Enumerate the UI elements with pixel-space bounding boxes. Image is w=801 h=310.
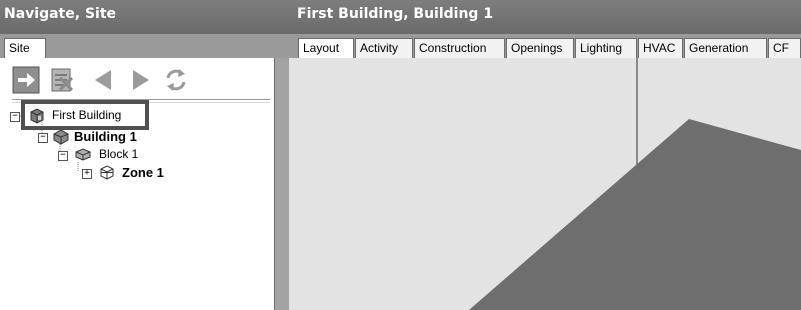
tree-node-block[interactable]: Block 1 <box>99 147 138 161</box>
back-icon[interactable] <box>90 66 118 94</box>
left-panel-title-bar: Navigate, Site <box>0 0 289 34</box>
tab-cf[interactable]: CF <box>768 38 801 58</box>
tab-site[interactable]: Site <box>4 38 46 58</box>
3d-viewport[interactable] <box>289 58 801 310</box>
left-panel-title: Navigate, Site <box>4 6 117 22</box>
forward-icon[interactable] <box>126 66 154 94</box>
highlight-box <box>21 100 149 130</box>
right-panel-title-bar: First Building, Building 1 <box>289 0 801 34</box>
tree-expander-zone[interactable]: + <box>82 169 92 179</box>
building-model-surface <box>469 119 801 310</box>
panel-splitter[interactable] <box>274 58 289 310</box>
block-icon <box>74 145 92 163</box>
tree-expander-building[interactable]: − <box>38 133 48 143</box>
tab-construction[interactable]: Construction <box>414 38 505 58</box>
tree-node-building[interactable]: Building 1 <box>74 129 137 144</box>
go-arrow-icon[interactable] <box>12 66 40 94</box>
model-canvas <box>469 58 801 310</box>
refresh-icon[interactable] <box>162 66 190 94</box>
tab-lighting[interactable]: Lighting <box>575 38 637 58</box>
delete-icon[interactable] <box>48 66 76 94</box>
tab-hvac[interactable]: HVAC <box>638 38 683 58</box>
tree-node-zone[interactable]: Zone 1 <box>122 165 164 180</box>
tree-expander-site[interactable]: − <box>10 112 20 122</box>
tree-expander-block[interactable]: − <box>58 151 68 161</box>
tab-activity[interactable]: Activity <box>355 38 413 58</box>
right-panel-title: First Building, Building 1 <box>297 6 494 22</box>
tab-generation[interactable]: Generation <box>684 38 767 58</box>
tab-openings[interactable]: Openings <box>506 38 574 58</box>
zone-icon <box>98 163 116 181</box>
tab-layout[interactable]: Layout <box>298 38 354 58</box>
